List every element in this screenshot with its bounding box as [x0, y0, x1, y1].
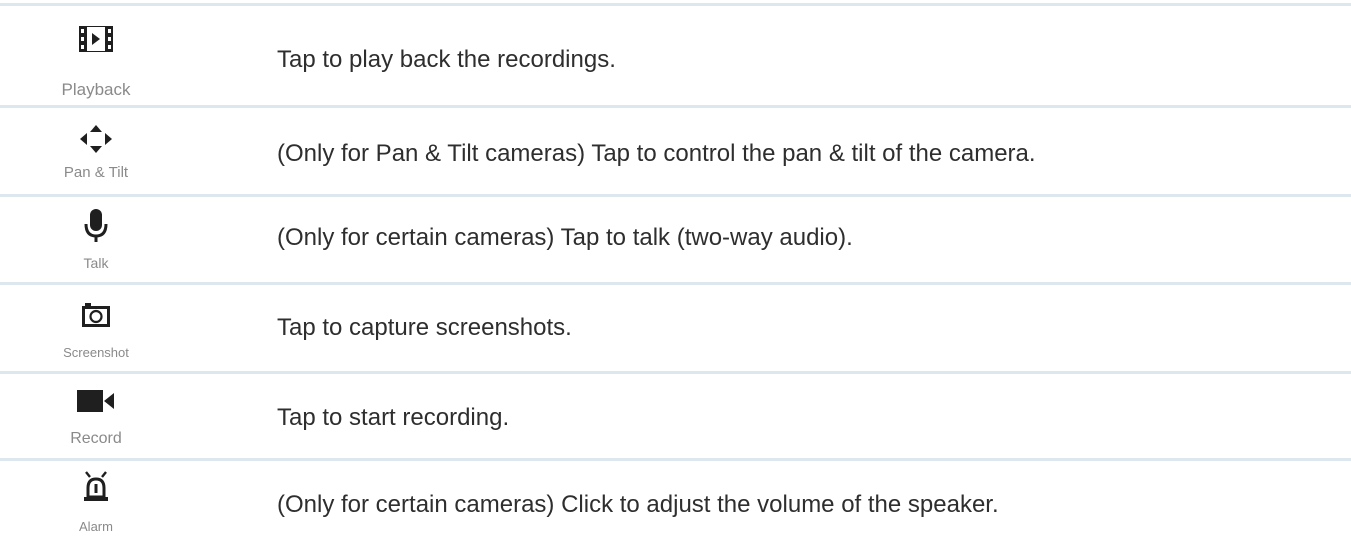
playback-icon[interactable] — [79, 26, 113, 52]
microphone-icon[interactable] — [84, 209, 108, 243]
row-description: Tap to play back the recordings. — [277, 46, 616, 73]
icon-cell: Screenshot — [0, 285, 192, 371]
icon-cell: Talk — [0, 197, 192, 282]
row-description: (Only for Pan & Tilt cameras) Tap to con… — [277, 140, 1036, 167]
icon-label: Record — [70, 430, 122, 447]
camera-icon[interactable] — [82, 303, 110, 327]
alarm-siren-icon[interactable] — [82, 470, 110, 502]
table-row: Record Tap to start recording. — [0, 374, 1351, 458]
icon-label: Playback — [61, 80, 131, 99]
pan-tilt-icon[interactable] — [79, 124, 113, 154]
icon-label: Pan & Tilt — [63, 164, 129, 181]
table-row: Pan & Tilt (Only for Pan & Tilt cameras)… — [0, 108, 1351, 194]
row-description: (Only for certain cameras) Tap to talk (… — [277, 224, 853, 251]
row-description: Tap to capture screenshots. — [277, 314, 572, 341]
icon-cell: Playback — [0, 6, 192, 105]
table-row: Alarm (Only for certain cameras) Click t… — [0, 461, 1351, 548]
row-description: Tap to start recording. — [277, 404, 510, 431]
icon-cell: Alarm — [0, 461, 192, 548]
icon-cell: Pan & Tilt — [0, 108, 192, 194]
table-row: Screenshot Tap to capture screenshots. — [0, 285, 1351, 371]
icon-label: Screenshot — [63, 345, 129, 360]
row-description: (Only for certain cameras) Click to adju… — [277, 491, 999, 518]
icon-label: Talk — [83, 255, 109, 271]
icon-cell: Record — [0, 374, 192, 458]
table-row: Playback Tap to play back the recordings… — [0, 6, 1351, 105]
icon-label: Alarm — [79, 519, 113, 534]
table-row: Talk (Only for certain cameras) Tap to t… — [0, 197, 1351, 282]
video-camera-icon[interactable] — [77, 390, 115, 412]
